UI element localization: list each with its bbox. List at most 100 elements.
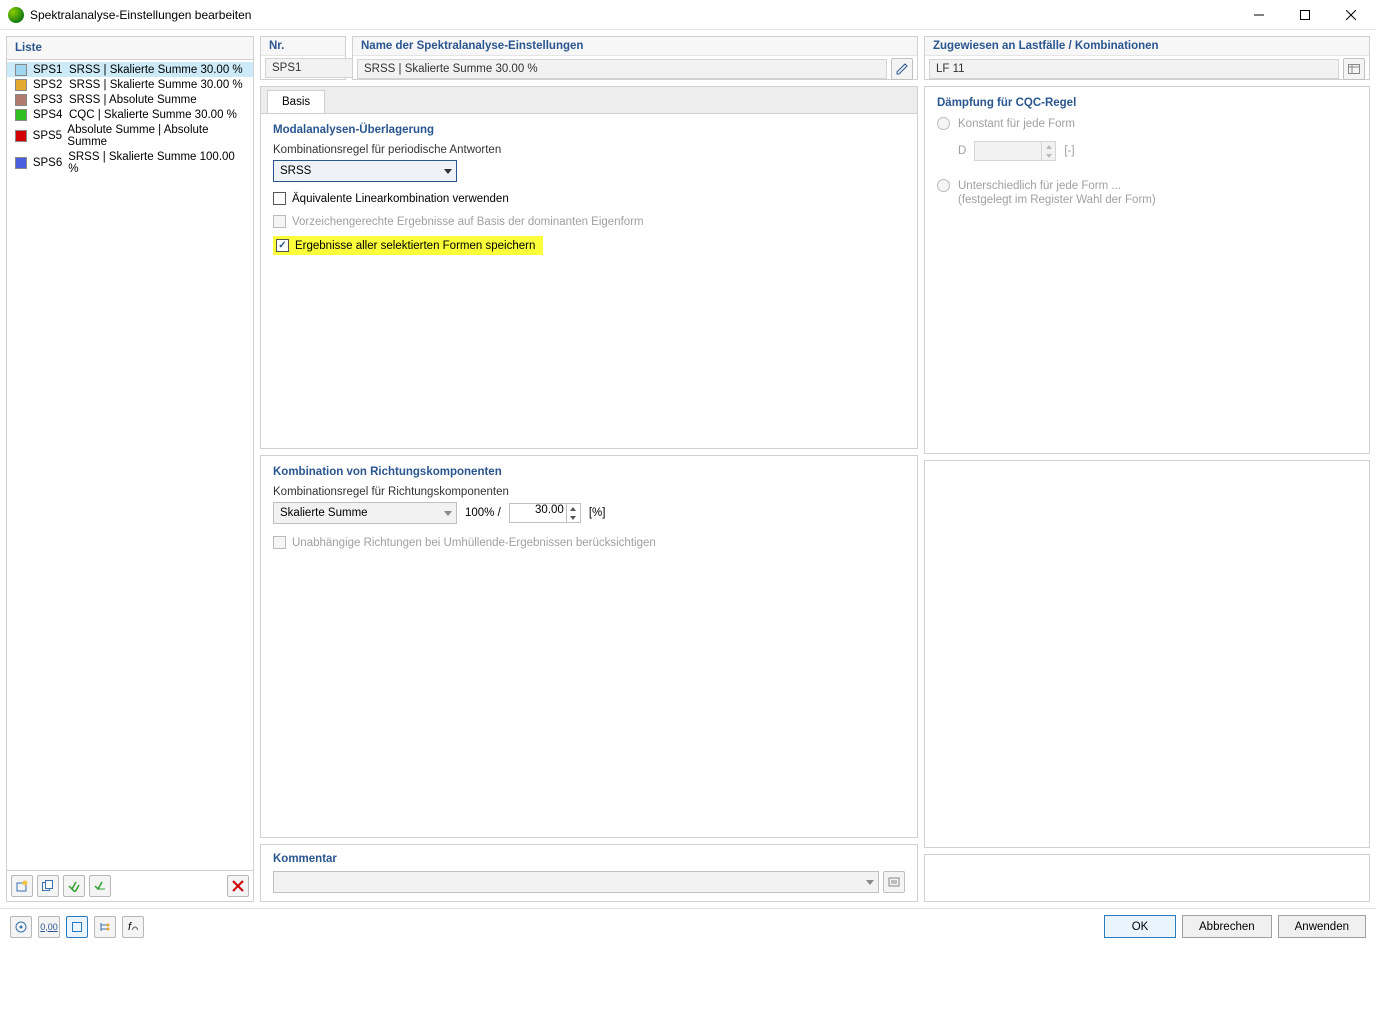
function-button[interactable]: f	[122, 916, 144, 938]
list-item-label: SRSS | Skalierte Summe 30.00 %	[69, 79, 243, 91]
view-button[interactable]	[66, 916, 88, 938]
side-spacer-2	[924, 854, 1370, 902]
app-icon	[8, 7, 24, 23]
indep-directions-checkbox	[273, 536, 286, 549]
color-swatch	[15, 94, 27, 106]
comment-title: Kommentar	[273, 853, 905, 865]
uncheck-all-button[interactable]	[89, 875, 111, 897]
chevron-down-icon	[444, 511, 452, 516]
indep-directions-row: Unabhängige Richtungen bei Umhüllende-Er…	[273, 536, 905, 549]
check-all-button[interactable]	[63, 875, 85, 897]
maximize-button[interactable]	[1282, 0, 1328, 30]
color-swatch	[15, 130, 27, 142]
equiv-linear-checkbox[interactable]	[273, 192, 286, 205]
name-box: Name der Spektralanalyse-Einstellungen	[352, 36, 918, 80]
direction-pct-unit: [%]	[589, 507, 606, 519]
window-title: Spektralanalyse-Einstellungen bearbeiten	[30, 8, 1236, 22]
damping-diff-radio	[937, 179, 950, 192]
body-row: Basis Modalanalysen-Überlagerung Kombina…	[260, 86, 1370, 902]
direction-group: Kombination von Richtungskomponenten Kom…	[260, 455, 918, 838]
edit-name-button[interactable]	[891, 58, 913, 80]
damping-d-label: D	[958, 145, 966, 157]
damping-group: Dämpfung für CQC-Regel Konstant für jede…	[924, 86, 1370, 454]
tab-content-basis: Modalanalysen-Überlagerung Kombinationsr…	[261, 113, 917, 448]
color-swatch	[15, 109, 27, 121]
titlebar: Spektralanalyse-Einstellungen bearbeiten	[0, 0, 1376, 30]
tab-strip: Basis	[261, 87, 917, 113]
ok-button[interactable]: OK	[1104, 915, 1176, 938]
list-item-label: SRSS | Skalierte Summe 30.00 %	[69, 64, 243, 76]
direction-pct-value: 30.00	[535, 504, 564, 516]
direction-pct-input[interactable]: 30.00	[509, 503, 581, 523]
list-item[interactable]: SPS2SRSS | Skalierte Summe 30.00 %	[7, 77, 253, 92]
tab-area: Basis Modalanalysen-Überlagerung Kombina…	[260, 86, 918, 449]
direction-pct-prefix: 100% /	[465, 507, 501, 519]
tab-basis[interactable]: Basis	[267, 90, 325, 113]
tree-button[interactable]	[94, 916, 116, 938]
signed-results-checkbox	[273, 215, 286, 228]
name-input[interactable]	[357, 59, 887, 79]
list-item-code: SPS5	[33, 130, 68, 142]
list-item-code: SPS1	[33, 64, 69, 76]
equiv-linear-row[interactable]: Äquivalente Linearkombination verwenden	[273, 192, 905, 205]
list-item[interactable]: SPS4CQC | Skalierte Summe 30.00 %	[7, 107, 253, 122]
side-column: Dämpfung für CQC-Regel Konstant für jede…	[924, 86, 1370, 902]
damping-const-row: Konstant für jede Form	[937, 117, 1357, 131]
list-item[interactable]: SPS1SRSS | Skalierte Summe 30.00 %	[7, 62, 253, 77]
content-panel: Nr. Name der Spektralanalyse-Einstellung…	[260, 36, 1370, 902]
indep-directions-label: Unabhängige Richtungen bei Umhüllende-Er…	[292, 537, 656, 549]
assigned-label: Zugewiesen an Lastfälle / Kombinationen	[925, 37, 1369, 56]
assigned-input[interactable]	[929, 59, 1339, 79]
damping-diff-label: Unterschiedlich für jede Form ... (festg…	[958, 179, 1156, 207]
direction-rule-row: Skalierte Summe 100% / 30.00 [%]	[273, 502, 905, 524]
periodic-rule-value: SRSS	[280, 165, 311, 177]
damping-diff-row: Unterschiedlich für jede Form ... (festg…	[937, 179, 1357, 207]
save-results-checkbox[interactable]	[276, 239, 289, 252]
help-button[interactable]	[10, 916, 32, 938]
list-item-label: Absolute Summe | Absolute Summe	[67, 124, 245, 148]
color-swatch	[15, 157, 27, 169]
direction-title: Kombination von Richtungskomponenten	[273, 466, 905, 478]
minimize-button[interactable]	[1236, 0, 1282, 30]
footer-tools: 0,00 f	[10, 916, 144, 938]
chevron-down-icon	[444, 169, 452, 174]
list-item-label: SRSS | Absolute Summe	[69, 94, 197, 106]
direction-rule-combo[interactable]: Skalierte Summe	[273, 502, 457, 524]
save-results-row[interactable]: Ergebnisse aller selektierten Formen spe…	[273, 236, 543, 255]
list-panel: Liste SPS1SRSS | Skalierte Summe 30.00 %…	[6, 36, 254, 902]
list-item-code: SPS3	[33, 94, 69, 106]
nr-label: Nr.	[261, 37, 345, 56]
delete-item-button[interactable]	[227, 875, 249, 897]
list-item-label: SRSS | Skalierte Summe 100.00 %	[68, 151, 245, 175]
side-spacer-1	[924, 460, 1370, 848]
comment-edit-button[interactable]	[883, 871, 905, 893]
damping-d-row: D [-]	[958, 141, 1357, 161]
settings-list[interactable]: SPS1SRSS | Skalierte Summe 30.00 %SPS2SR…	[7, 60, 253, 870]
damping-const-radio	[937, 117, 950, 130]
assigned-details-button[interactable]	[1343, 58, 1365, 80]
signed-results-label: Vorzeichengerechte Ergebnisse auf Basis …	[292, 216, 644, 228]
units-button[interactable]: 0,00	[38, 916, 60, 938]
list-item-code: SPS6	[33, 157, 68, 169]
list-header: Liste	[7, 37, 253, 60]
new-item-button[interactable]	[11, 875, 33, 897]
main-column: Basis Modalanalysen-Überlagerung Kombina…	[260, 86, 918, 902]
periodic-rule-label: Kombinationsregel für periodische Antwor…	[273, 144, 905, 156]
damping-d-input	[974, 141, 1056, 161]
list-item-code: SPS2	[33, 79, 69, 91]
list-item[interactable]: SPS3SRSS | Absolute Summe	[7, 92, 253, 107]
comment-combo[interactable]	[273, 871, 879, 893]
periodic-rule-combo[interactable]: SRSS	[273, 160, 457, 182]
list-item[interactable]: SPS5Absolute Summe | Absolute Summe	[7, 122, 253, 149]
footer: 0,00 f OK Abbrechen Anwenden	[0, 908, 1376, 944]
copy-item-button[interactable]	[37, 875, 59, 897]
equiv-linear-label: Äquivalente Linearkombination verwenden	[292, 193, 509, 205]
damping-title: Dämpfung für CQC-Regel	[937, 97, 1357, 109]
list-item[interactable]: SPS6SRSS | Skalierte Summe 100.00 %	[7, 149, 253, 176]
cancel-button[interactable]: Abbrechen	[1182, 915, 1272, 938]
nr-box: Nr.	[260, 36, 346, 80]
apply-button[interactable]: Anwenden	[1278, 915, 1366, 938]
close-button[interactable]	[1328, 0, 1374, 30]
damping-d-spinner	[1041, 142, 1055, 160]
direction-pct-spinner[interactable]	[566, 504, 580, 522]
